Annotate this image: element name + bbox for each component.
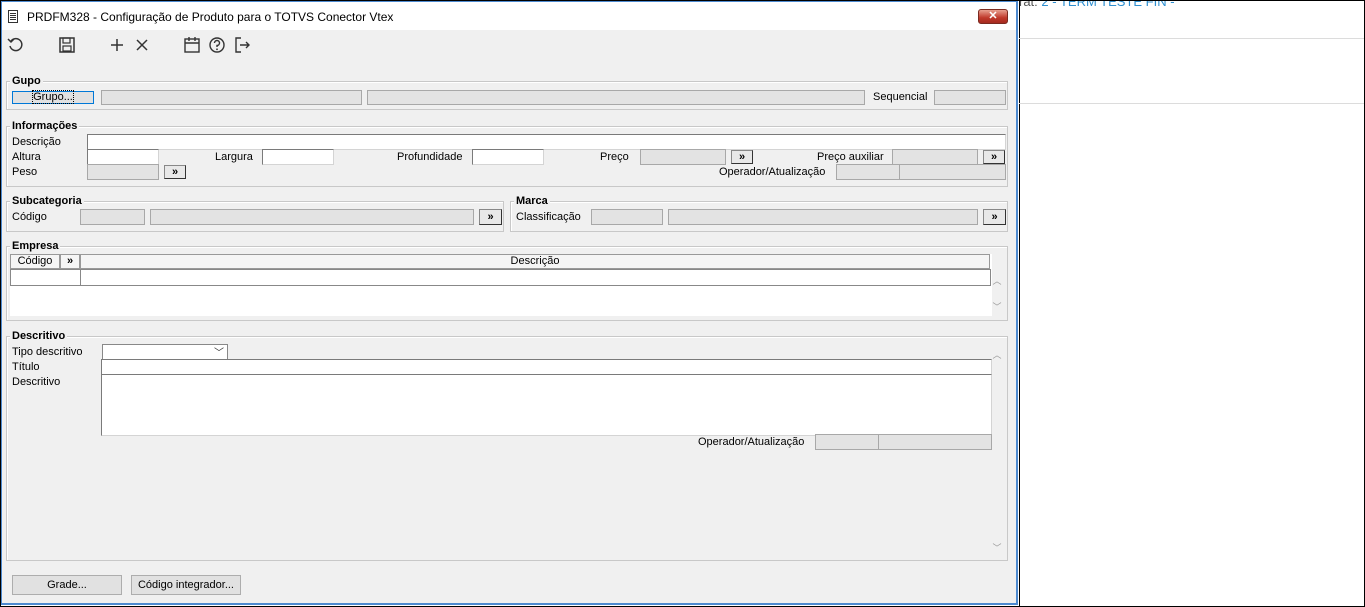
save-icon[interactable] <box>57 36 77 56</box>
background-divider <box>1019 38 1365 39</box>
grupo-code-field <box>101 90 362 105</box>
subcategoria-descricao-field <box>150 209 474 225</box>
exit-icon[interactable] <box>232 36 252 56</box>
descritivo-label: Descritivo <box>12 376 61 388</box>
grupo-button-label: Grupo... <box>32 90 74 104</box>
empresa-group-label: Empresa <box>10 240 61 252</box>
classificacao-codigo-field <box>591 209 663 225</box>
operador-field <box>836 164 900 180</box>
informacoes-group-label: Informações <box>10 120 80 132</box>
scroll-down-icon[interactable]: ﹀ <box>991 300 1003 313</box>
atualizacao-field <box>899 164 1006 180</box>
grade-button[interactable]: Grade... <box>12 575 122 595</box>
tipo-descritivo-label: Tipo descritivo <box>12 346 83 358</box>
background-snippet-prefix: rat: <box>1019 0 1038 9</box>
altura-label: Altura <box>12 151 41 163</box>
table-row[interactable] <box>10 269 991 286</box>
calendar-icon[interactable] <box>182 36 202 56</box>
undo-icon[interactable] <box>6 36 26 56</box>
peso-field <box>87 164 159 180</box>
scroll-down-icon[interactable]: ﹀ <box>991 541 1003 554</box>
subcategoria-codigo-label: Código <box>12 211 47 223</box>
subcategoria-lookup-button[interactable]: » <box>479 209 502 225</box>
profundidade-input[interactable] <box>472 149 544 165</box>
descritivo-textarea[interactable] <box>101 374 992 436</box>
preco-auxiliar-field <box>892 149 978 165</box>
descricao-input[interactable] <box>87 134 1006 150</box>
background-page <box>1019 0 1365 607</box>
background-snippet: rat: 2 - TERM TESTE FIN - <box>1019 0 1175 9</box>
background-divider <box>1019 103 1365 104</box>
peso-label: Peso <box>12 166 38 178</box>
descritivo-operador-field <box>815 434 879 450</box>
marca-lookup-button[interactable]: » <box>983 209 1006 225</box>
window-title: PRDFM328 - Configuração de Produto para … <box>27 10 394 24</box>
peso-lookup-button[interactable]: » <box>164 165 186 179</box>
subcategoria-codigo-field <box>80 209 145 225</box>
grupo-button[interactable]: Grupo... <box>12 90 94 104</box>
classificacao-descricao-field <box>668 209 978 225</box>
scroll-up-icon[interactable]: ︿ <box>991 274 1003 287</box>
help-icon[interactable] <box>207 36 227 56</box>
subcategoria-group-label: Subcategoria <box>10 195 84 207</box>
descritivo-atualizacao-field <box>878 434 992 450</box>
largura-label: Largura <box>215 151 253 163</box>
sequencial-label: Sequencial <box>873 91 928 103</box>
delete-icon[interactable] <box>132 36 152 56</box>
grupo-description-field <box>367 90 865 105</box>
descritivo-group-label: Descritivo <box>10 330 68 342</box>
chevron-down-icon: ﹀ <box>214 348 224 359</box>
classificacao-label: Classificação <box>516 211 581 223</box>
document-icon <box>8 10 18 23</box>
add-icon[interactable] <box>107 36 127 56</box>
background-snippet-link[interactable]: 2 - TERM TESTE FIN - <box>1041 0 1174 9</box>
scroll-up-icon[interactable]: ︿ <box>991 348 1003 361</box>
titulo-label: Título <box>12 361 40 373</box>
gupo-group-label: Gupo <box>10 75 43 87</box>
descritivo-operador-label: Operador/Atualização <box>698 436 805 448</box>
preco-auxiliar-lookup-button[interactable]: » <box>983 150 1005 164</box>
preco-lookup-button[interactable]: » <box>731 150 753 164</box>
preco-field <box>640 149 726 165</box>
profundidade-label: Profundidade <box>397 151 463 163</box>
table-row-divider <box>80 269 81 286</box>
preco-label: Preço <box>600 151 629 163</box>
codigo-integrador-button[interactable]: Código integrador... <box>131 575 241 595</box>
descricao-label: Descrição <box>12 136 61 148</box>
tipo-descritivo-select[interactable]: ﹀ <box>102 344 228 360</box>
empresa-column-lookup[interactable]: » <box>60 254 80 269</box>
empresa-column-codigo[interactable]: Código <box>10 254 60 269</box>
operador-atualizacao-label: Operador/Atualização <box>719 166 826 178</box>
preco-auxiliar-label: Preço auxiliar <box>817 151 884 163</box>
close-button[interactable]: ✕ <box>978 9 1008 24</box>
altura-input[interactable] <box>87 149 159 165</box>
largura-input[interactable] <box>262 149 334 165</box>
titulo-input[interactable] <box>101 359 992 375</box>
empresa-column-descricao[interactable]: Descrição <box>80 254 990 269</box>
marca-group-label: Marca <box>514 195 550 207</box>
sequencial-field <box>934 90 1006 105</box>
